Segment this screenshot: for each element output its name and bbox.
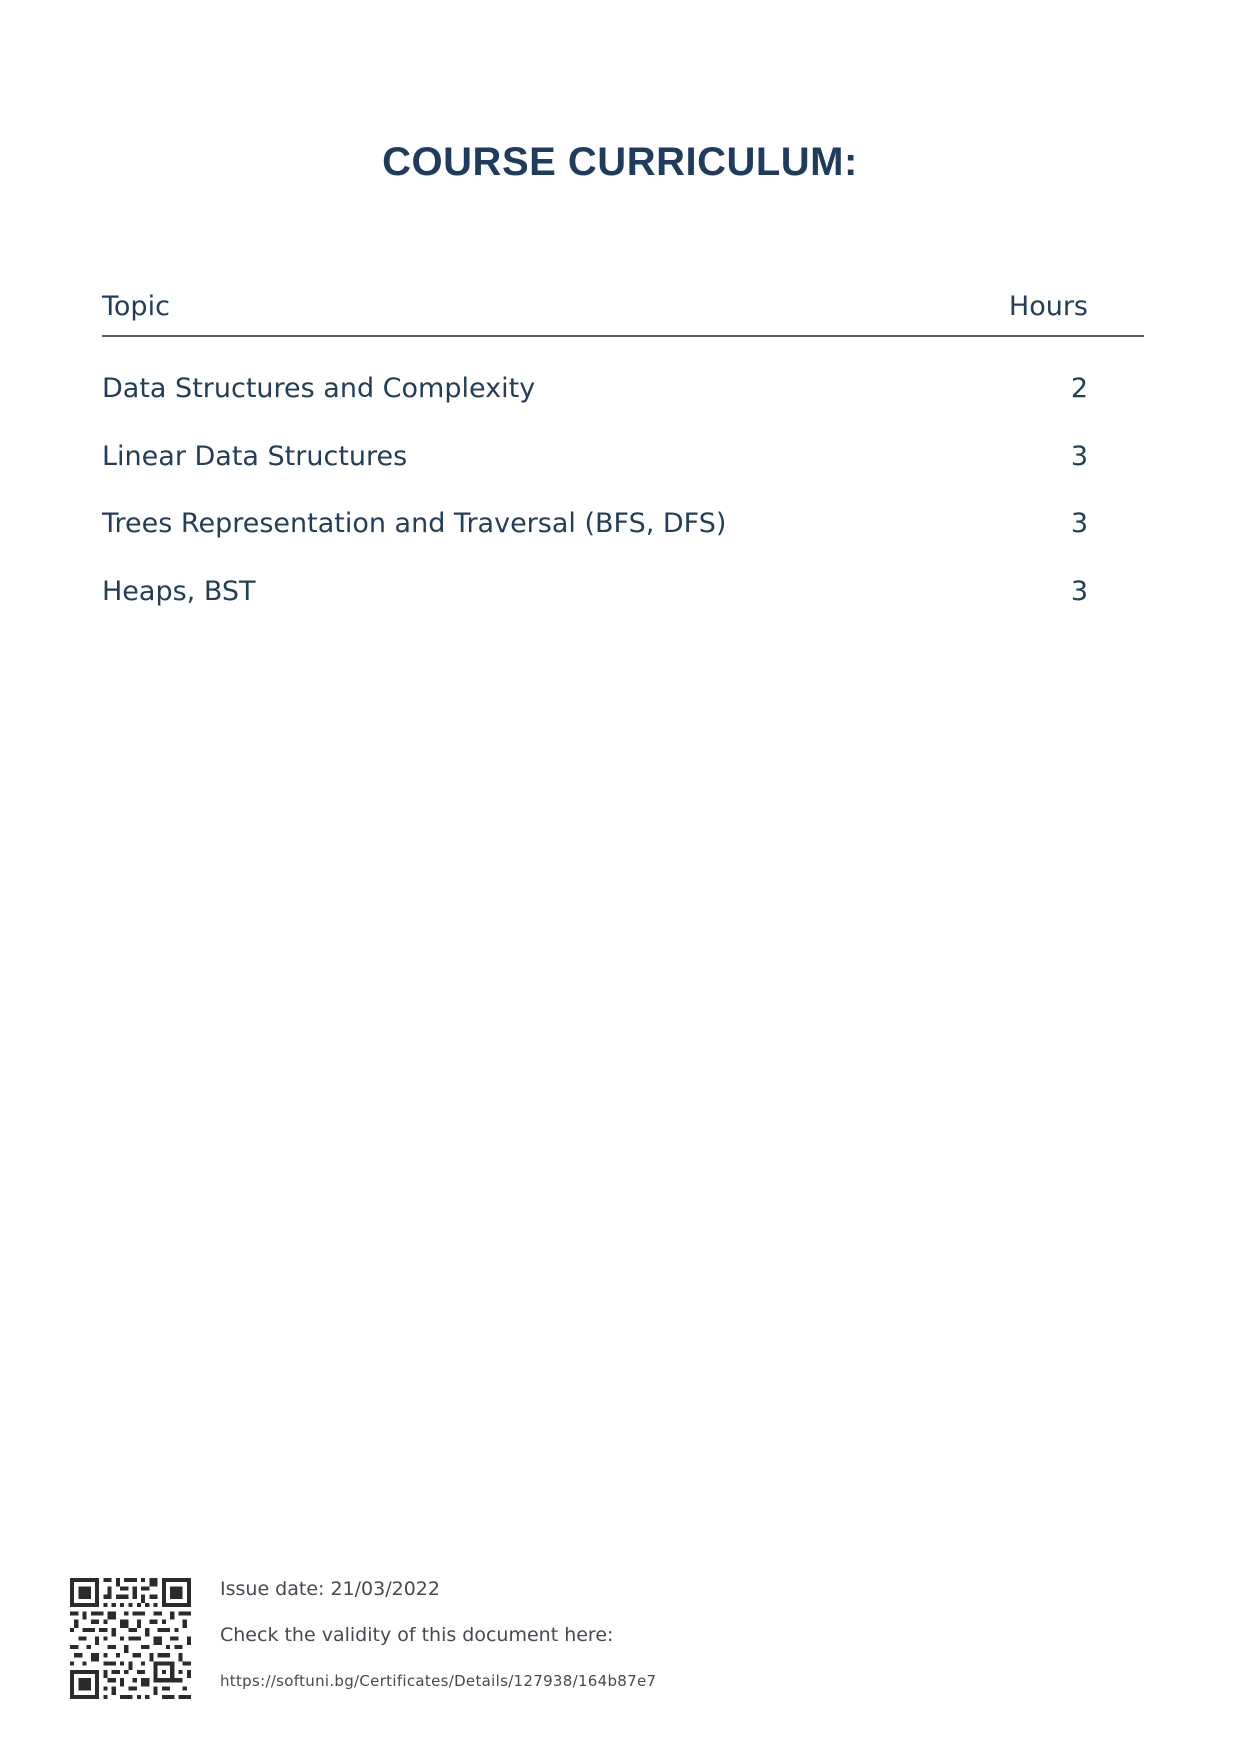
table-row: Heaps, BST 3 [102, 576, 1144, 644]
hours-cell: 2 [1070, 373, 1088, 404]
topic-cell: Data Structures and Complexity [102, 373, 536, 404]
footer: Issue date: 21/03/2022 Check the validit… [70, 1578, 1170, 1703]
topic-cell: Linear Data Structures [102, 440, 408, 472]
hours-cell: 3 [1070, 440, 1088, 472]
column-header-hours: Hours [1008, 291, 1088, 322]
table-header: Topic Hours [102, 285, 1144, 337]
column-header-topic: Topic [102, 291, 170, 322]
hours-cell: 3 [1070, 575, 1088, 607]
topic-cell: Heaps, BST [102, 575, 256, 607]
page-title: COURSE CURRICULUM: [382, 140, 858, 184]
qr-code-icon[interactable] [70, 1578, 191, 1699]
table-row: Linear Data Structures 3 [102, 441, 1144, 509]
table-row: Data Structures and Complexity 2 [102, 373, 1144, 441]
topic-cell: Trees Representation and Traversal (BFS,… [102, 508, 727, 539]
validity-label: Check the validity of this document here… [220, 1624, 614, 1646]
table-row: Trees Representation and Traversal (BFS,… [102, 508, 1144, 576]
curriculum-table: Topic Hours Data Structures and Complexi… [102, 285, 1144, 643]
validity-link[interactable]: https://softuni.bg/Certificates/Details/… [220, 1672, 656, 1690]
issue-date: Issue date: 21/03/2022 [220, 1578, 440, 1600]
hours-cell: 3 [1070, 508, 1088, 539]
table-body: Data Structures and Complexity 2 Linear … [102, 373, 1144, 643]
